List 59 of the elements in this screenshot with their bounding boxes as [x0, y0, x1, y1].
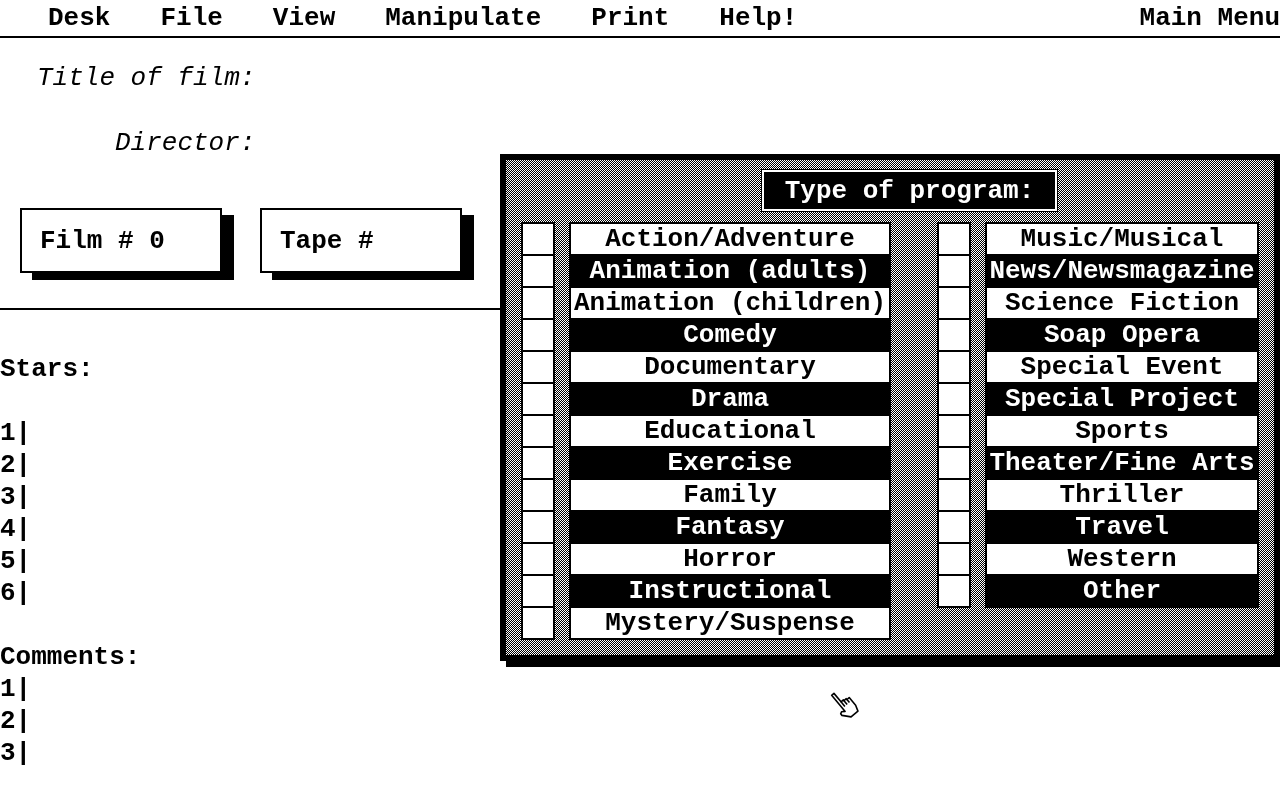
field-label: Title of film: [37, 62, 256, 94]
checkbox[interactable] [939, 448, 969, 478]
numbered-line: 5| [0, 545, 32, 577]
checkbox[interactable] [939, 512, 969, 542]
dialog-title: Type of program: [762, 170, 1057, 211]
checkbox[interactable] [939, 544, 969, 574]
checkbox[interactable] [523, 544, 553, 574]
numbered-line: 3| [0, 737, 32, 769]
menu-item[interactable]: File [160, 0, 223, 36]
genre-option[interactable]: Animation (children) [571, 288, 889, 318]
checkbox[interactable] [523, 288, 553, 318]
checkbox[interactable] [523, 608, 553, 638]
checkbox[interactable] [523, 320, 553, 350]
checkbox[interactable] [523, 480, 553, 510]
checkbox[interactable] [939, 320, 969, 350]
checkbox[interactable] [939, 352, 969, 382]
menu-item[interactable]: Help! [719, 0, 798, 36]
checkbox[interactable] [939, 288, 969, 318]
checkbox[interactable] [939, 416, 969, 446]
checkbox[interactable] [939, 224, 969, 254]
numbered-line: 2| [0, 449, 32, 481]
genre-option[interactable]: Documentary [571, 352, 889, 382]
genre-option[interactable]: Action/Adventure [571, 224, 889, 254]
genre-option[interactable]: Family [571, 480, 889, 510]
genre-option[interactable]: Sports [987, 416, 1257, 446]
section-label: Stars: [0, 353, 94, 385]
checkbox[interactable] [523, 224, 553, 254]
checkbox[interactable] [939, 256, 969, 286]
checkbox[interactable] [523, 256, 553, 286]
numbered-line: 1| [0, 673, 32, 705]
genre-option[interactable]: Educational [571, 416, 889, 446]
field-label: Director: [115, 127, 256, 159]
genre-option[interactable]: Science Fiction [987, 288, 1257, 318]
genre-option[interactable]: Special Event [987, 352, 1257, 382]
numbered-line: 1| [0, 417, 32, 449]
checkbox[interactable] [523, 448, 553, 478]
section-label: Comments: [0, 641, 141, 673]
genre-option[interactable]: Thriller [987, 480, 1257, 510]
numbered-line: 6| [0, 577, 32, 609]
screen-title: Main Menu [1139, 2, 1280, 35]
checkbox[interactable] [523, 512, 553, 542]
menu-item[interactable]: View [272, 0, 336, 36]
checkbox[interactable] [939, 576, 969, 606]
genre-option[interactable]: Horror [571, 544, 889, 574]
checkbox[interactable] [523, 384, 553, 414]
numbered-line: 3| [0, 481, 32, 513]
genre-option[interactable]: Western [987, 544, 1257, 574]
menu-item[interactable]: Print [591, 0, 670, 36]
genre-option[interactable]: Music/Musical [987, 224, 1257, 254]
checkbox[interactable] [523, 352, 553, 382]
menu-item[interactable]: Manipulate [385, 0, 542, 36]
menu-item[interactable]: Desk [48, 0, 111, 36]
numbered-line: 2| [0, 705, 32, 737]
checkbox[interactable] [939, 384, 969, 414]
checkbox[interactable] [939, 480, 969, 510]
numbered-line: 4| [0, 513, 32, 545]
genre-option[interactable]: Mystery/Suspense [571, 608, 889, 638]
checkbox[interactable] [523, 416, 553, 446]
checkbox[interactable] [523, 576, 553, 606]
